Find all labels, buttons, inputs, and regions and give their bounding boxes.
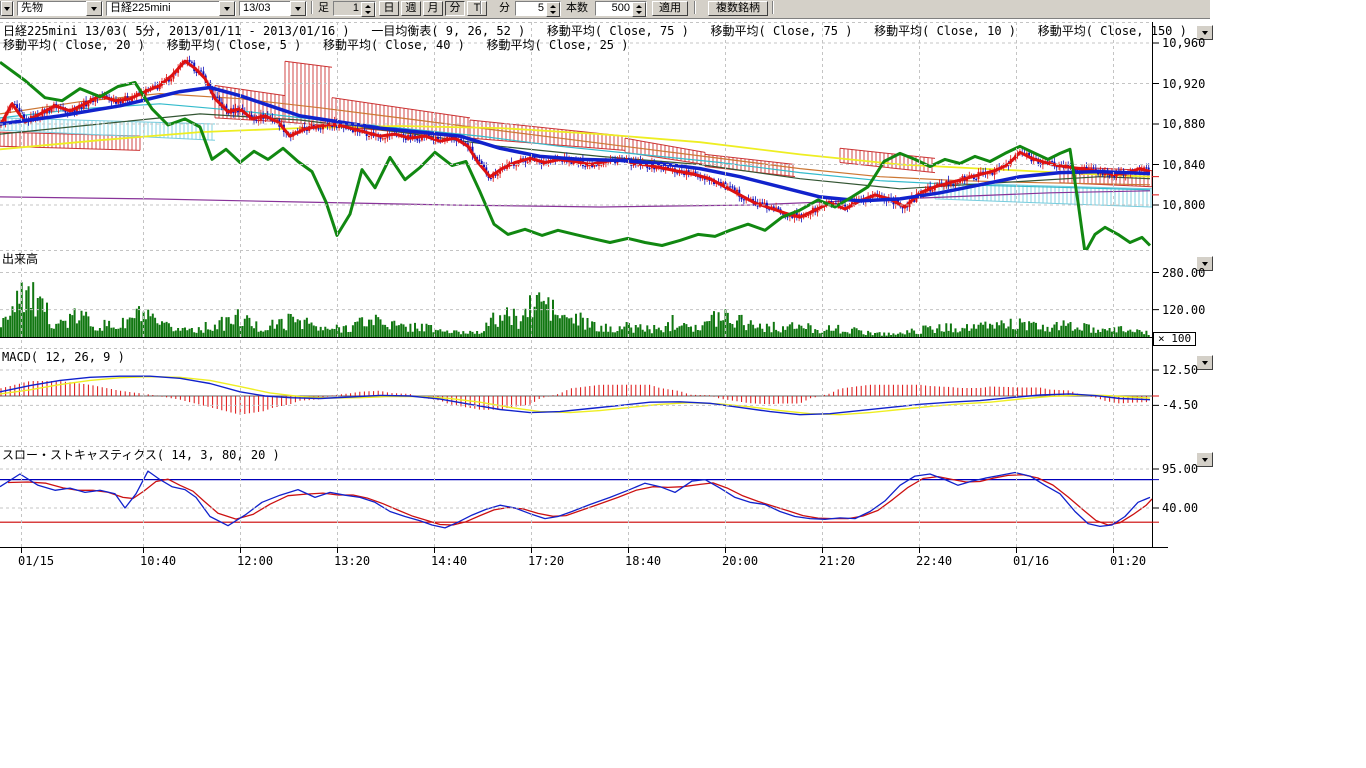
combo-arrow-icon[interactable]: [1, 1, 13, 16]
volume-axis-tick: 280.00: [1162, 267, 1205, 279]
price-axis-tick: 10,960: [1162, 37, 1205, 49]
spin-updown-icon[interactable]: [632, 2, 646, 17]
toolbar-separator: [480, 1, 482, 14]
minute-label: 分: [499, 1, 510, 16]
timeframe-button-日[interactable]: 日: [379, 1, 399, 16]
trading-app-window: 先物 日経225mini 13/03 足 1 日週月分T 分 5 本数 500 …: [0, 0, 1366, 768]
symbol-combo[interactable]: 日経225mini: [106, 1, 236, 16]
volume-multiplier-badge: × 100: [1153, 332, 1196, 346]
volume-panel-label: 出来高: [2, 253, 38, 266]
chevron-down-icon: [1202, 361, 1208, 365]
contract-month-combo[interactable]: 13/03: [239, 1, 307, 16]
price-axis-tick: 10,920: [1162, 78, 1205, 90]
chevron-down-icon: [1202, 458, 1208, 462]
time-axis-tick: 18:40: [625, 555, 661, 567]
time-axis-tick: 01:20: [1110, 555, 1146, 567]
timeframe-button-分[interactable]: 分: [445, 1, 465, 16]
time-axis-tick: 13:20: [334, 555, 370, 567]
toolbar: 先物 日経225mini 13/03 足 1 日週月分T 分 5 本数 500 …: [0, 0, 1210, 19]
multi-symbol-button[interactable]: 複数銘柄: [708, 1, 768, 16]
macd-panel-label: MACD( 12, 26, 9 ): [2, 351, 125, 364]
timeframe-button-T[interactable]: T: [467, 1, 487, 16]
bar-count-stepper[interactable]: 500: [595, 1, 647, 16]
bar-count-label: 本数: [566, 1, 588, 16]
time-axis-tick: 17:20: [528, 555, 564, 567]
price-axis-tick: 10,840: [1162, 159, 1205, 171]
price-axis-tick: 10,880: [1162, 118, 1205, 130]
stochastics-panel-label: スロー・ストキャスティクス( 14, 3, 80, 20 ): [2, 449, 280, 462]
stoch-axis-tick: 95.00: [1162, 463, 1198, 475]
apply-button[interactable]: 適用: [652, 1, 688, 16]
time-axis-tick: 20:00: [722, 555, 758, 567]
minute-stepper[interactable]: 5: [515, 1, 561, 16]
volume-axis-tick: 120.00: [1162, 304, 1205, 316]
timeframe-buttons: 日週月分T: [379, 1, 489, 16]
chevron-down-icon: [1202, 31, 1208, 35]
time-axis-tick: 14:40: [431, 555, 467, 567]
time-axis-tick: 12:00: [237, 555, 273, 567]
chart-header-line2: 移動平均( Close, 20 ) 移動平均( Close, 5 ) 移動平均(…: [3, 39, 628, 52]
timeframe-button-週[interactable]: 週: [401, 1, 421, 16]
combo-arrow-icon[interactable]: [86, 1, 102, 16]
time-axis-tick: 01/16: [1013, 555, 1049, 567]
price-axis-tick: 10,800: [1162, 199, 1205, 211]
macd-axis-tick: -4.50: [1162, 399, 1198, 411]
market-combo[interactable]: 先物: [17, 1, 103, 16]
time-axis-tick: 21:20: [819, 555, 855, 567]
bar-interval-stepper[interactable]: 1: [333, 1, 376, 16]
stoch-panel-menu-button[interactable]: [1196, 452, 1213, 467]
time-axis-tick: 22:40: [916, 555, 952, 567]
chart-canvas[interactable]: [0, 0, 1366, 768]
combo-arrow-icon[interactable]: [290, 1, 306, 16]
timeframe-button-月[interactable]: 月: [423, 1, 443, 16]
toolbar-separator: [694, 1, 696, 14]
stoch-axis-tick: 40.00: [1162, 502, 1198, 514]
toolbar-separator: [311, 1, 313, 14]
bar-type-label: 足: [318, 1, 329, 16]
spin-updown-icon[interactable]: [361, 2, 375, 17]
chevron-down-icon: [1202, 262, 1208, 266]
chart-header-line1: 日経225mini 13/03( 5分, 2013/01/11 - 2013/0…: [3, 25, 1187, 38]
toolbar-separator: [772, 1, 774, 14]
time-axis-tick: 10:40: [140, 555, 176, 567]
macd-axis-tick: 12.50: [1162, 364, 1198, 376]
left-combo-stub[interactable]: [0, 1, 14, 16]
spin-updown-icon[interactable]: [546, 2, 560, 17]
combo-arrow-icon[interactable]: [219, 1, 235, 16]
time-axis-tick: 01/15: [18, 555, 54, 567]
macd-panel-menu-button[interactable]: [1196, 355, 1213, 370]
